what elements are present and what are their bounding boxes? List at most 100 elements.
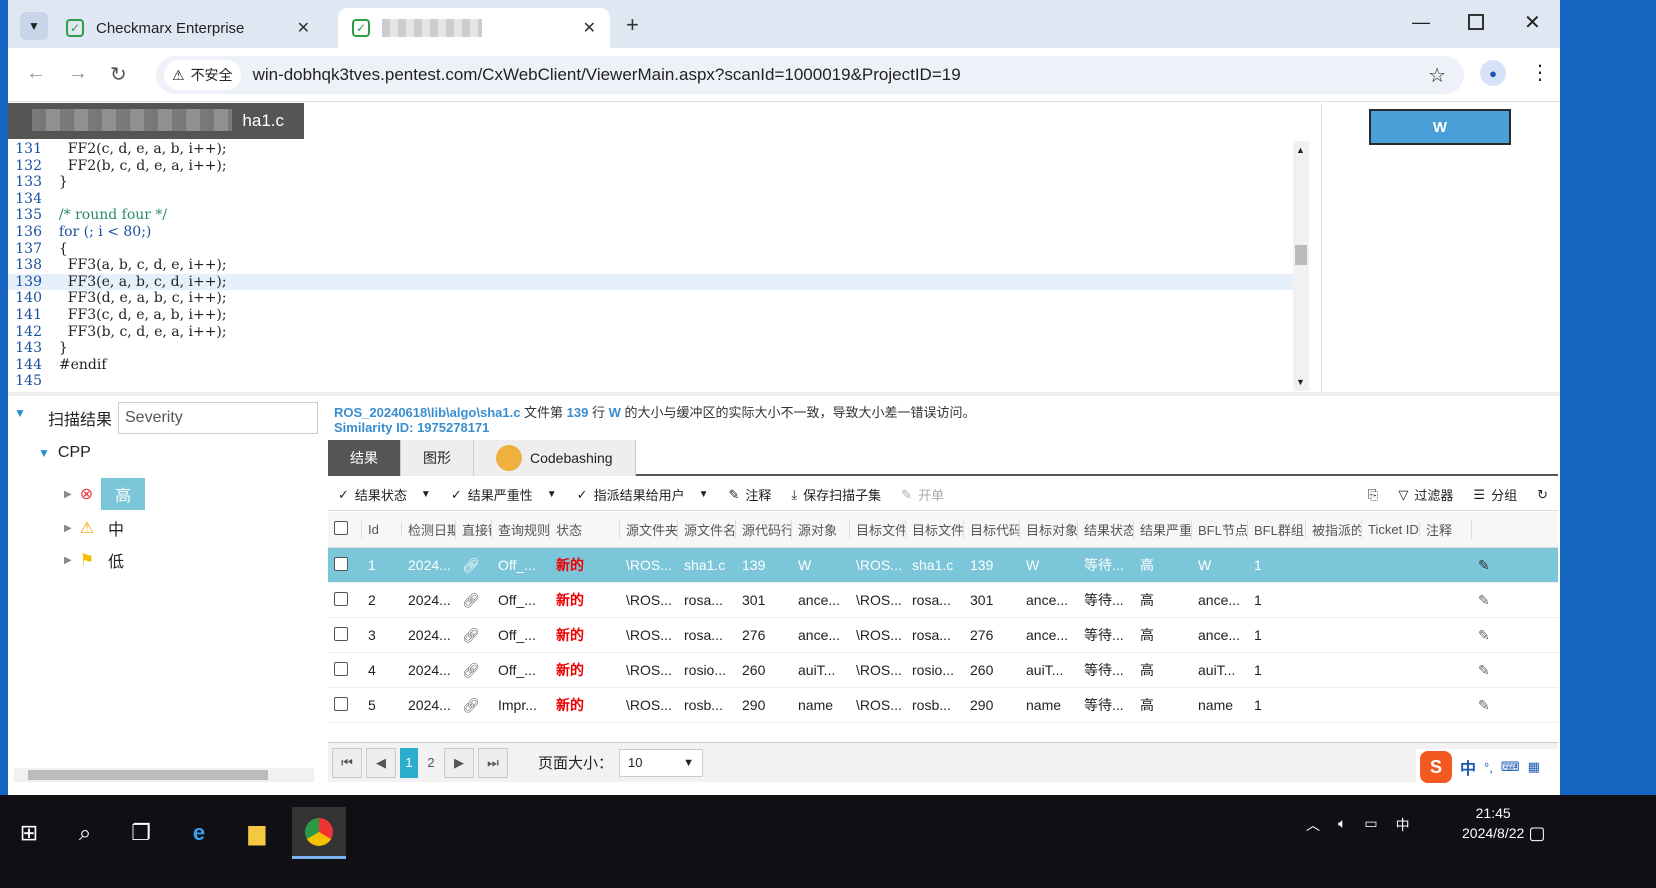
column-header[interactable]: BFL节点 bbox=[1192, 520, 1248, 539]
expand-icon[interactable]: ▼ bbox=[38, 446, 50, 460]
column-header[interactable]: 源代码行 bbox=[736, 520, 792, 539]
address-bar[interactable]: ⚠ 不安全 win-dobhqk3tves.pentest.com/CxWebCl… bbox=[156, 56, 1464, 94]
volume-icon[interactable]: 🔈︎ bbox=[1338, 815, 1346, 835]
minimize-icon[interactable]: — bbox=[1412, 12, 1430, 33]
tree-item-low[interactable]: ▶ ⚑ 低 bbox=[64, 544, 130, 576]
file-tab[interactable]: ha1.c bbox=[8, 103, 304, 139]
maximize-icon[interactable] bbox=[1468, 14, 1484, 30]
close-tab-icon[interactable]: ✕ bbox=[297, 18, 310, 38]
page-2-button[interactable]: 2 bbox=[422, 748, 440, 778]
result-var-link[interactable]: W bbox=[609, 405, 621, 420]
punct-icon[interactable]: °, bbox=[1484, 760, 1493, 775]
tab-graph[interactable]: 图形 bbox=[401, 440, 474, 476]
edit-row-icon[interactable]: ✎ bbox=[1472, 697, 1502, 714]
column-header[interactable]: 目标文件夹 bbox=[850, 520, 906, 539]
save-subset-action[interactable]: ⤓ 保存扫描子集 bbox=[791, 485, 881, 504]
left-hscroll[interactable] bbox=[14, 768, 314, 782]
column-header[interactable]: Id bbox=[362, 522, 402, 537]
row-checkbox[interactable] bbox=[328, 661, 362, 679]
network-icon[interactable]: ▭ bbox=[1364, 815, 1377, 835]
page-size-select[interactable]: 10 ▼ bbox=[619, 748, 704, 777]
tab-checkmarx[interactable]: ✓ Checkmarx Enterprise ✕ bbox=[52, 8, 324, 48]
column-header[interactable]: 查询规则 bbox=[492, 520, 550, 539]
tray-ime[interactable]: 中 bbox=[1396, 815, 1410, 835]
new-tab-button[interactable]: + bbox=[626, 12, 639, 38]
row-checkbox[interactable] bbox=[328, 591, 362, 609]
column-header[interactable]: 状态 bbox=[550, 520, 620, 539]
close-window-icon[interactable]: ✕ bbox=[1524, 10, 1541, 35]
open-ticket-action[interactable]: ✎ 开单 bbox=[901, 485, 944, 504]
reload-icon[interactable]: ↻ bbox=[110, 62, 127, 87]
notifications-icon[interactable]: ▢ bbox=[1510, 807, 1564, 859]
chrome-icon[interactable] bbox=[292, 807, 346, 859]
select-all-checkbox[interactable] bbox=[328, 521, 362, 538]
url-text[interactable]: win-dobhqk3tves.pentest.com/CxWebClient/… bbox=[253, 65, 961, 85]
keyboard-icon[interactable]: ⌨ bbox=[1501, 759, 1520, 775]
column-header[interactable]: 结果状态 bbox=[1078, 520, 1134, 539]
page-1-button[interactable]: 1 bbox=[400, 747, 418, 778]
profile-icon[interactable]: ● bbox=[1480, 60, 1506, 86]
tab-results[interactable]: 结果 bbox=[328, 440, 401, 476]
column-header[interactable]: 源文件名 bbox=[678, 520, 736, 539]
result-path-link[interactable]: ROS_20240618\lib\algo\sha1.c bbox=[334, 405, 520, 420]
column-header[interactable]: Ticket ID bbox=[1362, 522, 1420, 537]
file-explorer-icon[interactable]: ▆ bbox=[230, 807, 284, 859]
result-state-action[interactable]: ✓ 结果状态 ▼ bbox=[338, 485, 431, 504]
column-header[interactable]: 被指派的 bbox=[1306, 520, 1362, 539]
column-header[interactable]: 目标代码行 bbox=[964, 520, 1020, 539]
edit-row-icon[interactable]: ✎ bbox=[1472, 627, 1502, 644]
tree-item-medium[interactable]: ▶ ⚠ 中 bbox=[64, 512, 130, 544]
column-header[interactable]: 源对象 bbox=[792, 520, 850, 539]
tab-codebashing[interactable]: Codebashing bbox=[474, 440, 636, 476]
edit-row-icon[interactable]: ✎ bbox=[1472, 662, 1502, 679]
column-header[interactable]: 目标文件名 bbox=[906, 520, 964, 539]
severity-select[interactable]: Severity bbox=[118, 402, 318, 434]
table-row[interactable]: 1 2024... 🔗︎ Off_... 新的 \ROS... sha1.c 139 W \ROS… bbox=[328, 548, 1558, 583]
menu-dots-icon[interactable]: ⋮ bbox=[1530, 60, 1550, 85]
column-header[interactable]: 直接链接 bbox=[456, 520, 492, 539]
refresh-icon[interactable]: ↻ bbox=[1537, 487, 1548, 503]
direct-link-icon[interactable]: 🔗︎ bbox=[456, 627, 492, 644]
close-tab-icon[interactable]: ✕ bbox=[583, 18, 596, 38]
result-line-link[interactable]: 139 bbox=[567, 405, 589, 420]
direct-link-icon[interactable]: 🔗︎ bbox=[456, 592, 492, 609]
tray-chevron-icon[interactable]: ︿ bbox=[1306, 815, 1320, 835]
row-checkbox[interactable] bbox=[328, 696, 362, 714]
back-icon[interactable]: ← bbox=[26, 62, 46, 85]
direct-link-icon[interactable]: 🔗︎ bbox=[456, 662, 492, 679]
security-chip[interactable]: ⚠ 不安全 bbox=[164, 60, 241, 90]
table-row[interactable]: 3 2024... 🔗︎ Off_... 新的 \ROS... rosa... 276 ance… bbox=[328, 618, 1558, 653]
column-header[interactable]: 检测日期 bbox=[402, 520, 456, 539]
tree-root[interactable]: ▼ CPP bbox=[38, 444, 91, 462]
ime-toolbar[interactable]: S 中 °, ⌨ ▦ bbox=[1416, 749, 1560, 785]
export-icon[interactable]: ⎘ bbox=[1368, 487, 1378, 503]
tab-active[interactable]: ✓ ✕ bbox=[338, 8, 610, 48]
hscroll-thumb[interactable] bbox=[28, 770, 268, 780]
column-header[interactable]: 结果严重性 bbox=[1134, 520, 1192, 539]
column-header[interactable]: BFL群组 bbox=[1248, 520, 1306, 539]
ie-icon[interactable]: e bbox=[172, 807, 226, 859]
column-header[interactable]: 目标对象 bbox=[1020, 520, 1078, 539]
search-icon[interactable]: ⌕ bbox=[58, 807, 112, 859]
row-checkbox[interactable] bbox=[328, 556, 362, 574]
edit-row-icon[interactable]: ✎ bbox=[1472, 592, 1502, 609]
task-view-icon[interactable]: ❐ bbox=[114, 807, 168, 859]
table-row[interactable]: 4 2024... 🔗︎ Off_... 新的 \ROS... rosio... 260 aui… bbox=[328, 653, 1558, 688]
collapse-icon[interactable]: ▼ bbox=[14, 406, 26, 420]
scroll-thumb[interactable] bbox=[1295, 245, 1307, 265]
start-windows-icon[interactable]: ⊞ bbox=[2, 807, 56, 859]
table-row[interactable]: 5 2024... 🔗︎ Impr... 新的 \ROS... rosb... 290 name… bbox=[328, 688, 1558, 723]
assign-user-action[interactable]: ✓ 指派结果给用户 ▼ bbox=[577, 485, 709, 504]
edit-row-icon[interactable]: ✎ bbox=[1472, 557, 1502, 574]
next-page-button[interactable]: ▶ bbox=[444, 747, 474, 778]
result-severity-action[interactable]: ✓ 结果严重性 ▼ bbox=[451, 485, 557, 504]
w-button[interactable]: W bbox=[1369, 109, 1511, 145]
group-action[interactable]: ☰ 分组 bbox=[1473, 485, 1517, 504]
first-page-button[interactable]: ⏮ bbox=[332, 747, 362, 778]
tab-search-chevron-icon[interactable]: ▼ bbox=[20, 12, 48, 40]
direct-link-icon[interactable]: 🔗︎ bbox=[456, 557, 492, 574]
code-scrollbar[interactable]: ▲ ▼ bbox=[1293, 141, 1309, 391]
row-checkbox[interactable] bbox=[328, 626, 362, 644]
forward-icon[interactable]: → bbox=[68, 62, 88, 85]
table-row[interactable]: 2 2024... 🔗︎ Off_... 新的 \ROS... rosa... 301 ance… bbox=[328, 583, 1558, 618]
